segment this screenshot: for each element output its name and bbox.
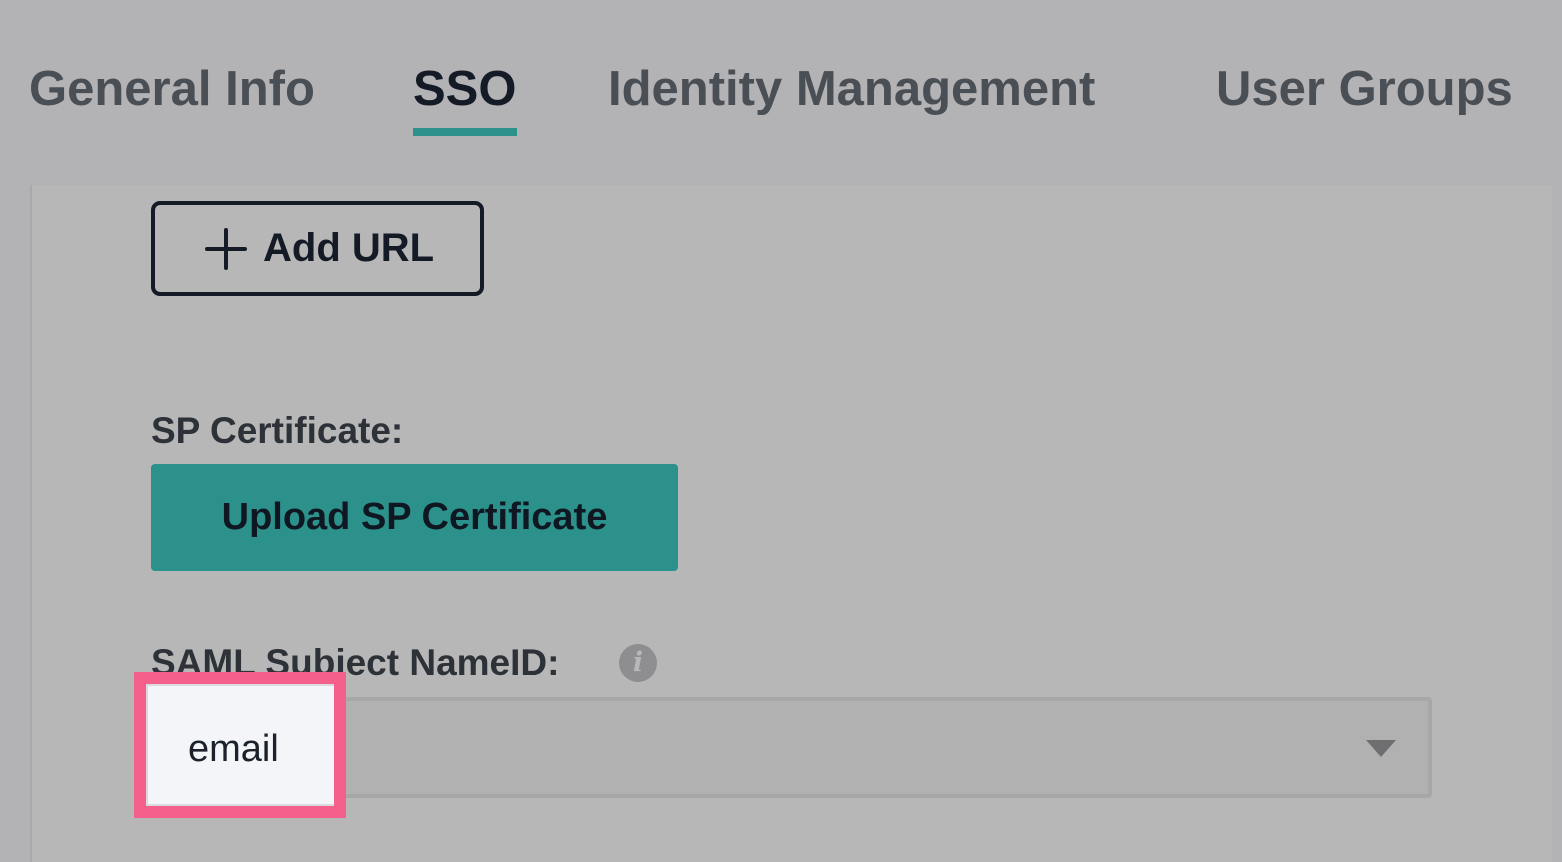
add-url-button[interactable]: Add URL	[151, 201, 484, 296]
tab-identity-management[interactable]: Identity Management	[608, 58, 1095, 120]
chevron-down-icon[interactable]	[1366, 740, 1396, 757]
info-icon[interactable]: i	[619, 644, 657, 682]
tab-general-info[interactable]: General Info	[29, 58, 315, 120]
active-tab-indicator	[413, 128, 517, 136]
tab-user-groups[interactable]: User Groups	[1216, 58, 1513, 120]
saml-subject-nameid-select[interactable]	[151, 697, 1432, 798]
upload-sp-certificate-button[interactable]: Upload SP Certificate	[151, 464, 678, 571]
saml-subject-nameid-label: SAML Subject NameID:	[151, 642, 560, 683]
selected-option-email[interactable]: email	[188, 728, 279, 771]
tab-sso[interactable]: SSO	[413, 58, 516, 120]
add-url-label: Add URL	[263, 226, 435, 270]
sp-certificate-label: SP Certificate:	[151, 410, 404, 451]
plus-icon	[205, 227, 247, 270]
tab-bar: General Info SSO Identity Management Use…	[0, 0, 1562, 185]
